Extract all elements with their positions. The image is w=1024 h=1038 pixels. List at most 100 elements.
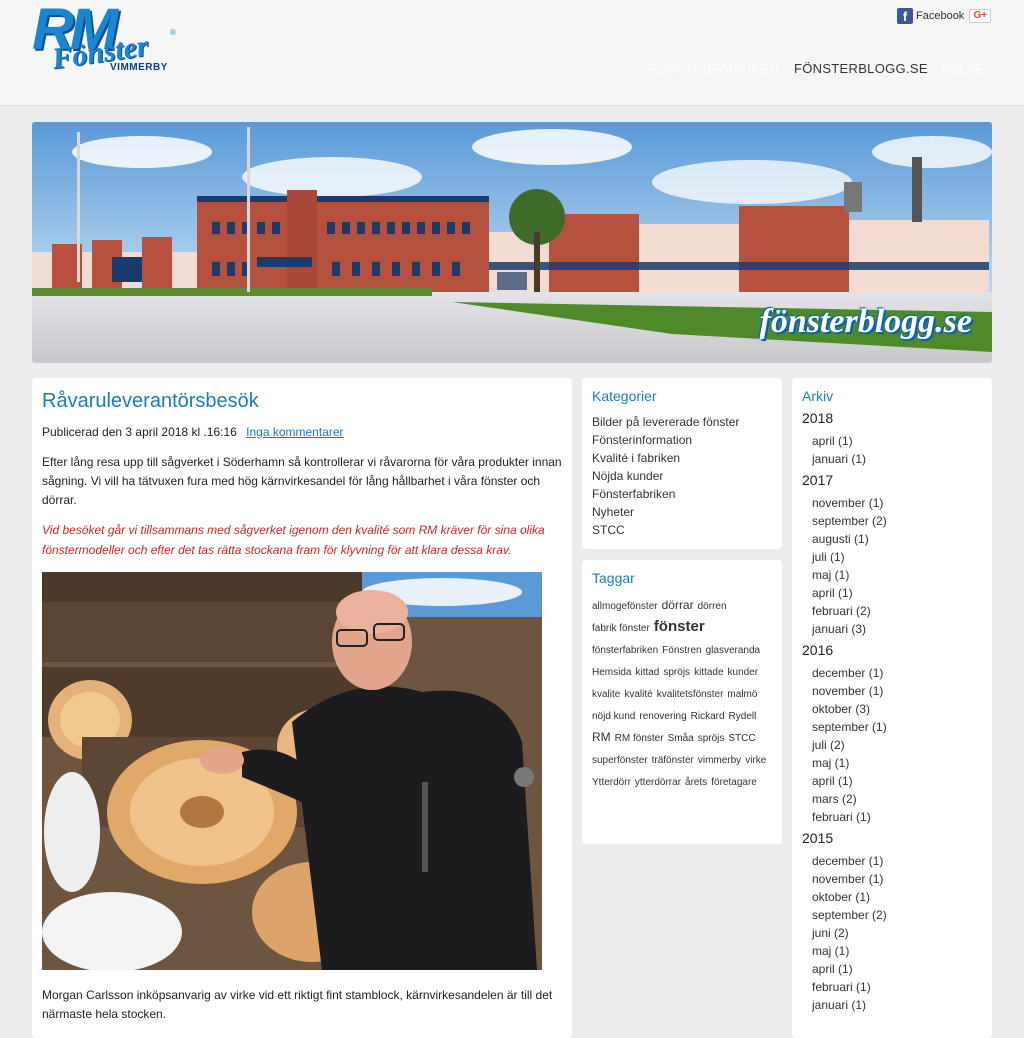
archive-year[interactable]: 2015 [802,830,982,846]
logo-registered-mark: ® [170,28,176,37]
nav-fonsterfabriken[interactable]: FÖNSTERFABRIKEN [648,61,779,76]
tag-link[interactable]: malmö [727,685,757,705]
archive-month[interactable]: maj (1) [802,942,982,960]
archive-panel: Arkiv 2018 april (1) januari (1) 2017 novemb… [792,378,992,1038]
tag-link[interactable]: glasveranda [706,641,760,661]
archive-month[interactable]: februari (2) [802,602,982,620]
tag-link[interactable]: ytterdörrar [635,773,681,793]
archive-month[interactable]: december (1) [802,852,982,870]
archive-month[interactable]: november (1) [802,682,982,700]
tag-link[interactable]: superfönster [592,751,648,771]
nav-fonsterblogg[interactable]: FÖNSTERBLOGG.SE [794,61,928,76]
archive-year[interactable]: 2018 [802,410,982,426]
archive-month[interactable]: september (2) [802,512,982,530]
tag-link[interactable]: virke [745,751,766,771]
category-item[interactable]: Nyheter [592,503,772,521]
logo-city-text: VIMMERBY [110,62,168,73]
archive-month[interactable]: juli (2) [802,736,982,754]
post-published-date: Publicerad den 3 april 2018 kl .16:16 [42,425,237,439]
archive-year[interactable]: 2016 [802,642,982,658]
category-item[interactable]: Kvalité i fabriken [592,449,772,467]
tag-link[interactable]: kvalité [624,685,652,705]
post-photo-logs [42,572,542,970]
archive-year[interactable]: 2017 [802,472,982,488]
tags-panel: Taggar allmogefönster dörrar dörren fabrik … [582,560,782,844]
archive-month[interactable]: juni (2) [802,924,982,942]
category-item[interactable]: Nöjda kunder [592,467,772,485]
archive-month[interactable]: april (1) [802,432,982,450]
tag-link[interactable]: Ytterdörr [592,773,631,793]
archive-month[interactable]: juli (1) [802,548,982,566]
tag-link[interactable]: Småa [668,729,694,749]
archive-month[interactable]: maj (1) [802,566,982,584]
tag-link[interactable]: företagare [711,773,757,793]
tag-link[interactable]: fönsterfabriken [592,641,658,661]
archive-month[interactable]: februari (1) [802,808,982,826]
archive-month[interactable]: januari (1) [802,450,982,468]
tag-link[interactable]: nöjd kund [592,707,635,727]
tag-link[interactable]: RM fönster [615,729,664,749]
archive-month[interactable]: oktober (3) [802,700,982,718]
post-title[interactable]: Råvaruleverantörsbesök [42,390,562,413]
tag-link[interactable]: fabrik fönster [592,619,650,639]
tag-link[interactable]: renovering [639,707,686,727]
tag-link[interactable]: vimmerby [698,751,741,771]
archive-month[interactable]: september (2) [802,906,982,924]
nav-rm-se[interactable]: RM.SE [942,61,985,76]
tag-link[interactable]: spröjs [663,663,690,683]
tag-link[interactable]: fönster [654,617,705,637]
archive-month[interactable]: november (1) [802,870,982,888]
archive-month[interactable]: december (1) [802,664,982,682]
tag-link[interactable]: allmogefönster [592,597,658,617]
category-list: Bilder på levererade fönster Fönsterinfo… [592,413,772,539]
banner-caption: fönsterblogg.se [759,303,973,340]
archive-title: Arkiv [802,388,834,404]
tag-link[interactable]: spröjs [698,729,725,749]
categories-title: Kategorier [592,388,657,404]
post-meta: Publicerad den 3 april 2018 kl .16:16 In… [42,425,562,439]
archive-month[interactable]: maj (1) [802,754,982,772]
comments-link[interactable]: Inga kommentarer [246,425,343,439]
tag-link[interactable]: årets [685,773,707,793]
archive-list: 2018 april (1) januari (1) 2017 november (1)… [802,410,982,1014]
category-item[interactable]: Fönsterfabriken [592,485,772,503]
tag-link[interactable]: dörren [698,597,727,617]
blog-post: Råvaruleverantörsbesök Publicerad den 3 … [32,378,572,1038]
archive-month[interactable]: januari (1) [802,996,982,1014]
google-plus-icon[interactable]: G+ [969,9,992,23]
archive-month[interactable]: februari (1) [802,978,982,996]
tag-link[interactable]: STCC [728,729,755,749]
tag-link[interactable]: träfönster [652,751,694,771]
tag-link[interactable]: kvalite [592,685,620,705]
post-quote-text: Vid besöket går vi tillsammans med sågve… [42,523,545,557]
archive-month[interactable]: september (1) [802,718,982,736]
tags-title: Taggar [592,570,635,586]
archive-month[interactable]: november (1) [802,494,982,512]
facebook-icon[interactable]: f [897,8,913,24]
tag-link[interactable]: kittade [694,663,723,683]
site-header: RM Fönster ® VIMMERBY f Facebook G+ FÖNS… [0,0,1024,106]
archive-month[interactable]: augusti (1) [802,530,982,548]
facebook-link[interactable]: Facebook [916,10,964,22]
category-item[interactable]: Bilder på levererade fönster [592,413,772,431]
tag-link[interactable]: Fönstren [662,641,701,661]
archive-month[interactable]: mars (2) [802,790,982,808]
tag-cloud: allmogefönster dörrar dörren fabrik fönster… [592,595,772,793]
tag-link[interactable]: Hemsida [592,663,631,683]
tag-link[interactable]: Rickard [691,707,725,727]
archive-month[interactable]: april (1) [802,960,982,978]
tag-link[interactable]: dörrar [662,595,694,615]
archive-month[interactable]: april (1) [802,772,982,790]
tag-link[interactable]: RM [592,727,611,747]
archive-month[interactable]: januari (3) [802,620,982,638]
rm-fonster-logo[interactable]: RM Fönster ® VIMMERBY [32,0,182,82]
category-item[interactable]: Fönsterinformation [592,431,772,449]
tag-link[interactable]: kunder [728,663,759,683]
category-item[interactable]: STCC [592,521,772,539]
tag-link[interactable]: kittad [635,663,659,683]
archive-month[interactable]: oktober (1) [802,888,982,906]
social-links: f Facebook G+ [897,8,992,24]
archive-month[interactable]: april (1) [802,584,982,602]
tag-link[interactable]: kvalitetsfönster [657,685,724,705]
tag-link[interactable]: Rydell [729,707,757,727]
